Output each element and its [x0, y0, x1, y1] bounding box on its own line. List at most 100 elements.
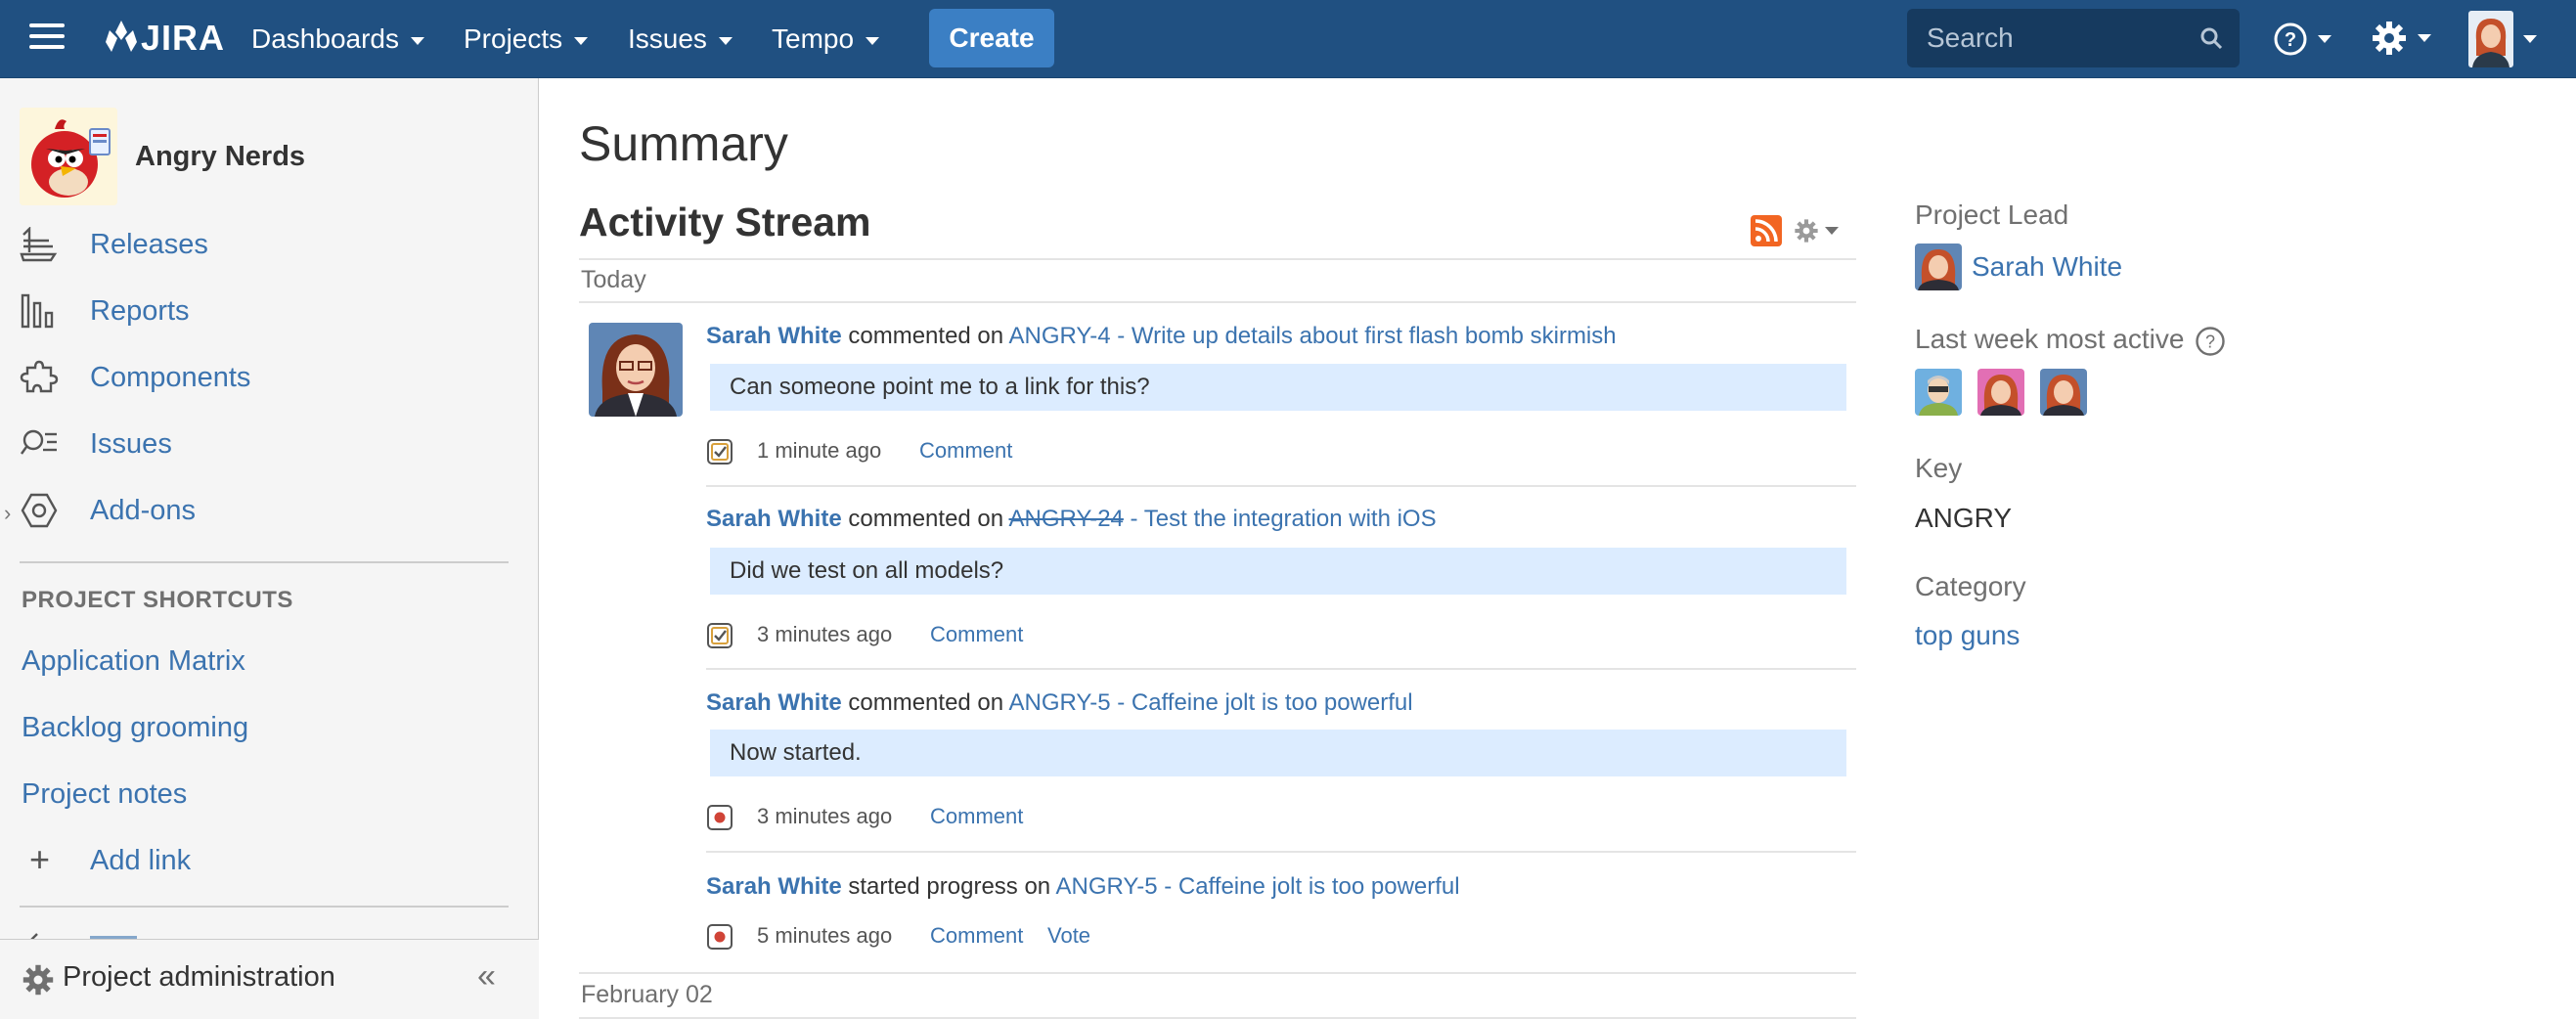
components-icon: [20, 360, 59, 393]
project-lead-avatar[interactable]: [1915, 244, 1962, 290]
key-label: Key: [1915, 453, 1963, 483]
activity-verb: commented on: [848, 689, 1004, 716]
app-switcher-menu-icon[interactable]: [29, 23, 65, 53]
sidebar-divider: [20, 906, 509, 908]
bug-icon: [707, 805, 733, 830]
gear-icon: [2373, 22, 2406, 55]
task-icon: [707, 439, 733, 465]
sarah-white-avatar: [589, 323, 683, 417]
shortcut-backlog-grooming[interactable]: Backlog grooming: [22, 712, 248, 744]
user-link[interactable]: Sarah White: [706, 873, 842, 900]
day-rule: [579, 972, 1856, 974]
shortcut-application-matrix[interactable]: Application Matrix: [22, 645, 245, 678]
gear-icon: [22, 964, 54, 996]
svg-text:?: ?: [2205, 332, 2215, 352]
sidebar-item-components[interactable]: Components: [0, 348, 539, 407]
nav-projects[interactable]: Projects: [464, 0, 589, 78]
nav-issues[interactable]: Issues: [628, 0, 733, 78]
project-lead-label: Project Lead: [1915, 199, 2069, 230]
vote-action-link[interactable]: Vote: [1047, 923, 1090, 949]
category-label: Category: [1915, 571, 2026, 601]
task-icon: [707, 623, 733, 648]
create-button[interactable]: Create: [929, 9, 1054, 67]
project-header[interactable]: Angry Nerds: [20, 108, 305, 205]
sidebar-item-label: Add-ons: [90, 494, 197, 526]
entry-separator: [706, 485, 1856, 487]
entry-separator: [706, 668, 1856, 670]
user-link[interactable]: Sarah White: [706, 323, 842, 349]
add-link-button[interactable]: Add link: [90, 845, 191, 877]
comment-action-link[interactable]: Comment: [930, 804, 1023, 829]
chevron-down-icon: [866, 36, 880, 45]
jira-logo[interactable]: JIRA: [104, 14, 225, 63]
jira-logo-text: JIRA: [141, 18, 226, 58]
sidebar-item-add-ons[interactable]: › Add-ons: [0, 481, 539, 540]
activity-verb: commented on: [848, 323, 1004, 349]
user-link[interactable]: Sarah White: [706, 506, 842, 532]
angry-bird-logo: [20, 108, 117, 205]
search-icon[interactable]: [2198, 25, 2224, 51]
activity-verb: started progress on: [848, 873, 1051, 900]
shortcut-project-notes[interactable]: Project notes: [22, 778, 187, 811]
entry-separator: [706, 851, 1856, 853]
activity-verb: commented on: [848, 506, 1004, 532]
activity-timestamp: 3 minutes ago: [757, 804, 893, 828]
sidebar-item-label: Components: [90, 361, 251, 393]
sidebar-item-label: Issues: [90, 427, 172, 460]
issue-link[interactable]: ANGRY-5 - Caffeine jolt is too powerful: [1008, 689, 1412, 716]
comment-action-link[interactable]: Comment: [930, 923, 1023, 949]
bug-icon: [707, 924, 733, 950]
search-input[interactable]: [1907, 9, 2191, 67]
user-profile-menu[interactable]: [2468, 11, 2537, 67]
project-shortcuts-heading: PROJECT SHORTCUTS: [22, 587, 293, 613]
sidebar-item-reports[interactable]: Reports: [0, 282, 539, 340]
activity-timestamp: 1 minute ago: [757, 438, 882, 463]
issue-summary: - Test the integration with iOS: [1123, 506, 1437, 532]
collapse-sidebar-icon[interactable]: «: [477, 957, 496, 996]
issue-link[interactable]: ANGRY-5 - Caffeine jolt is too powerful: [1056, 873, 1460, 900]
feedback-icon: [30, 933, 256, 939]
plus-icon[interactable]: +: [29, 839, 50, 880]
issue-link[interactable]: ANGRY-4 - Write up details about first f…: [1008, 323, 1616, 349]
project-lead-link[interactable]: Sarah White: [1972, 251, 2122, 283]
comment-quote: Can someone point me to a link for this?: [710, 364, 1846, 411]
comment-action-link[interactable]: Comment: [930, 622, 1023, 647]
activity-timestamp: 3 minutes ago: [757, 622, 893, 646]
activity-timestamp: 5 minutes ago: [757, 923, 893, 948]
help-icon[interactable]: ?: [2195, 326, 2226, 357]
comment-action-link[interactable]: Comment: [919, 438, 1012, 464]
page-title: Summary: [579, 116, 788, 171]
active-user-2-avatar: [1977, 369, 2024, 416]
active-user-avatar[interactable]: [1977, 369, 2024, 416]
activity-entry-title: Sarah White commented on ANGRY-5 - Caffe…: [706, 689, 1413, 717]
issue-link[interactable]: ANGRY-24 - Test the integration with iOS: [1008, 506, 1436, 532]
sidebar-item-issues[interactable]: Issues: [0, 415, 539, 473]
add-ons-icon: [21, 493, 58, 528]
rss-feed-icon[interactable]: [1751, 215, 1782, 246]
gear-icon: [1795, 219, 1818, 243]
user-avatar: [2468, 11, 2513, 67]
help-menu[interactable]: ?: [2273, 20, 2332, 59]
chevron-down-icon: [718, 36, 733, 45]
active-user-avatar[interactable]: [1915, 369, 1962, 416]
chevron-down-icon: [410, 36, 424, 45]
category-link[interactable]: top guns: [1915, 620, 2020, 651]
project-name: Angry Nerds: [135, 140, 306, 172]
nav-dashboards[interactable]: Dashboards: [251, 0, 424, 78]
reports-icon: [21, 293, 54, 329]
comment-quote: Did we test on all models?: [710, 548, 1846, 595]
nav-projects-label: Projects: [464, 23, 563, 54]
actor-avatar[interactable]: [589, 323, 683, 417]
project-administration-link[interactable]: Project administration: [63, 961, 335, 994]
sidebar-divider: [20, 561, 509, 563]
settings-menu[interactable]: [2371, 19, 2431, 58]
stream-config-menu[interactable]: [1794, 215, 1839, 246]
nav-tempo[interactable]: Tempo: [772, 0, 880, 78]
sidebar-item-releases[interactable]: Releases: [0, 215, 539, 274]
chevron-right-icon[interactable]: ›: [4, 501, 11, 526]
user-link[interactable]: Sarah White: [706, 689, 842, 716]
svg-text:?: ?: [2285, 29, 2296, 51]
chevron-down-icon: [2418, 34, 2431, 42]
chevron-down-icon: [2523, 35, 2537, 43]
active-user-avatar[interactable]: [2040, 369, 2087, 416]
